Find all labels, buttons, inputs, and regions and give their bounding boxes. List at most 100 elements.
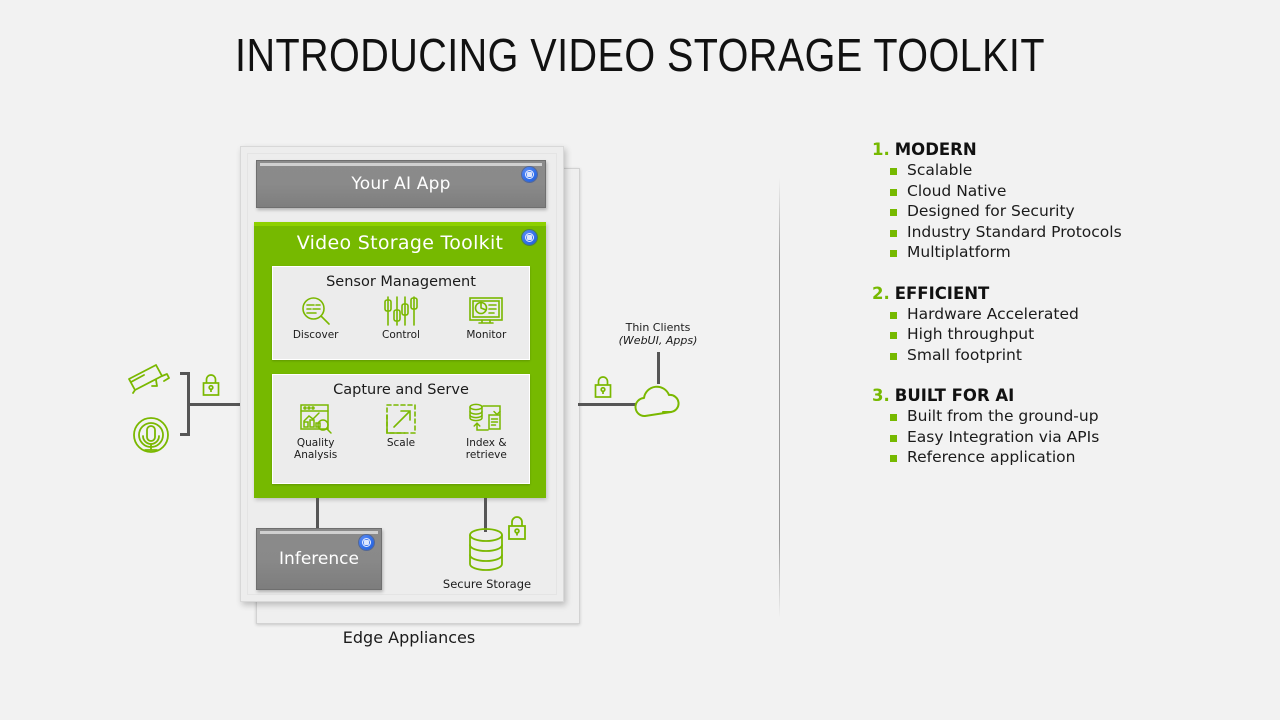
feature-bullet-text: Cloud Native (907, 181, 1007, 200)
capture-and-serve-group: Capture and Serve Quality Analysis Scale… (272, 374, 530, 484)
feature-bullet-text: Industry Standard Protocols (907, 222, 1122, 241)
bullet-square-icon (890, 332, 897, 339)
feature-number-3: 3. (872, 386, 890, 405)
sensor-management-title: Sensor Management (326, 274, 476, 290)
monitor-item[interactable]: Monitor (447, 294, 525, 342)
control-label: Control (382, 329, 420, 341)
bullet-square-icon (890, 352, 897, 360)
bullet-square-icon (890, 455, 897, 462)
vst-title: Video Storage Toolkit (296, 232, 504, 254)
quality-analysis-label-line2: Analysis (294, 448, 338, 461)
list-item: Scalable (872, 161, 1122, 180)
bullet-square-icon (890, 188, 897, 196)
feature-bullet-text: Reference application (907, 448, 1076, 466)
chart-window-magnifier-icon (277, 402, 355, 436)
cctv-camera-icon (126, 360, 172, 398)
index-retrieve-item[interactable]: Index & retrieve (447, 402, 525, 461)
feature-bullet-text: Small footprint (907, 345, 1022, 364)
feature-bullet-text: Multiplatform (907, 243, 1011, 261)
lock-icon (201, 372, 221, 402)
bullet-square-icon (890, 434, 897, 442)
features-list: 1. MODERN Scalable Cloud Native Designed … (872, 140, 1122, 469)
video-storage-toolkit-panel: Video Storage Toolkit Sensor Management (254, 222, 546, 498)
feature-heading-2: 2. EFFICIENT (872, 284, 1122, 303)
container-badge-icon (359, 535, 374, 550)
feature-title-1: MODERN (894, 140, 977, 159)
thin-clients-label-line1: Thin Clients (625, 321, 691, 334)
sliders-control-icon (362, 294, 440, 328)
edge-appliances-label: Edge Appliances (342, 628, 476, 647)
container-badge-icon (522, 167, 537, 182)
lock-icon (593, 374, 613, 404)
feature-section-3: 3. BUILT FOR AI Built from the ground-up … (872, 386, 1122, 467)
bullet-square-icon (890, 229, 897, 237)
list-item: Small footprint (872, 346, 1122, 365)
bullet-square-icon (890, 209, 897, 216)
bullet-square-icon (890, 414, 897, 421)
thin-clients-label-line2: (WebUI, Apps) (618, 333, 698, 347)
monitor-chart-icon (447, 294, 525, 328)
feature-bullet-text: Hardware Accelerated (907, 304, 1079, 323)
discover-item[interactable]: Discover (277, 294, 355, 342)
your-ai-app-label: Your AI App (351, 174, 451, 194)
bullet-square-icon (890, 311, 897, 319)
slide-canvas: INTRODUCING VIDEO STORAGE TOOLKIT Your A… (0, 0, 1280, 720)
list-item: Built from the ground-up (872, 407, 1122, 426)
quality-analysis-label-line1: Quality (296, 437, 335, 449)
magnifier-discover-icon (277, 294, 355, 328)
cloud-icon (633, 383, 685, 423)
feature-bullet-text: Scalable (907, 161, 973, 179)
control-item[interactable]: Control (362, 294, 440, 342)
sensor-management-group: Sensor Management Discover Control Monit… (272, 266, 530, 360)
vertical-divider (779, 178, 780, 618)
inference-box[interactable]: Inference (256, 528, 382, 590)
page-title: INTRODUCING VIDEO STORAGE TOOLKIT (235, 29, 1045, 81)
capture-and-serve-title: Capture and Serve (333, 382, 469, 398)
thin-clients-connector-line (657, 352, 660, 384)
discover-label: Discover (292, 329, 339, 341)
feature-title-3: BUILT FOR AI (894, 386, 1015, 405)
list-item: Easy Integration via APIs (872, 428, 1122, 447)
cloud-link-line (608, 403, 636, 406)
secure-storage-label: Secure Storage (442, 577, 532, 591)
feature-bullet-text: Designed for Security (907, 202, 1075, 220)
scale-item[interactable]: Scale (362, 402, 440, 450)
scale-label: Scale (386, 437, 416, 449)
monitor-label: Monitor (466, 329, 507, 341)
thin-clients-label: Thin Clients (WebUI, Apps) (588, 321, 728, 347)
list-item: Hardware Accelerated (872, 305, 1122, 324)
feature-bullet-text: Built from the ground-up (907, 407, 1099, 425)
list-item: High throughput (872, 325, 1122, 344)
dashed-box-arrow-icon (362, 402, 440, 436)
list-item: Designed for Security (872, 202, 1122, 221)
sensor-link-line (187, 403, 245, 406)
feature-bullet-text: High throughput (907, 325, 1035, 343)
feature-section-1: 1. MODERN Scalable Cloud Native Designed … (872, 140, 1122, 262)
inference-label: Inference (279, 549, 359, 569)
storage-connector-line (484, 498, 487, 532)
database-document-icon (447, 402, 525, 436)
microphone-icon (131, 415, 171, 461)
quality-analysis-item[interactable]: Quality Analysis (277, 402, 355, 461)
list-item: Cloud Native (872, 182, 1122, 201)
list-item: Industry Standard Protocols (872, 223, 1122, 242)
list-item: Multiplatform (872, 243, 1122, 262)
sensor-bracket-bottom (180, 433, 190, 436)
your-ai-app-box[interactable]: Your AI App (256, 160, 546, 208)
feature-heading-3: 3. BUILT FOR AI (872, 386, 1122, 405)
container-badge-icon (522, 230, 537, 245)
feature-number-2: 2. (872, 283, 890, 303)
bullet-square-icon (890, 250, 897, 257)
index-retrieve-label-line2: retrieve (465, 448, 507, 461)
feature-number-1: 1. (872, 140, 890, 159)
feature-section-2: 2. EFFICIENT Hardware Accelerated High th… (872, 284, 1122, 365)
database-icon (466, 528, 506, 578)
list-item: Reference application (872, 448, 1122, 467)
feature-title-2: EFFICIENT (894, 283, 990, 303)
index-retrieve-label-line1: Index & (466, 437, 507, 449)
inference-connector-line (316, 498, 319, 528)
bullet-square-icon (890, 168, 897, 175)
feature-heading-1: 1. MODERN (872, 140, 1122, 159)
